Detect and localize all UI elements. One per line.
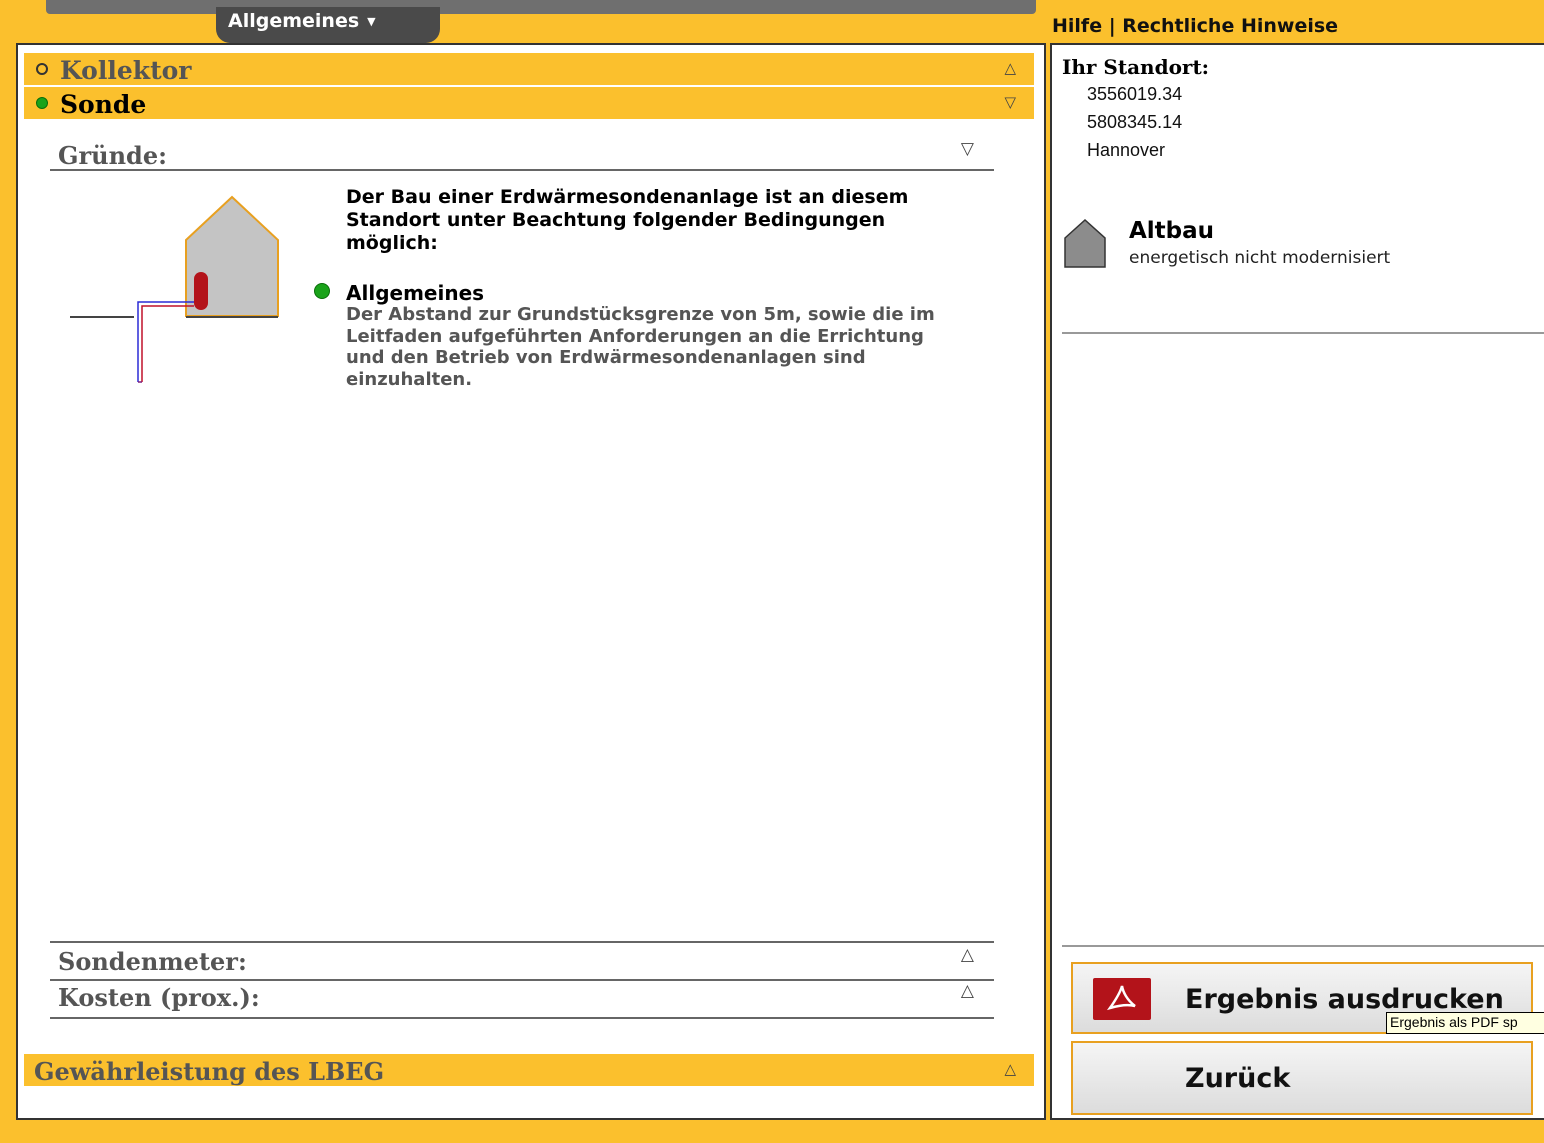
accordion-gewaehrleistung[interactable]: Gewährleistung des LBEG △ <box>24 1054 1034 1086</box>
status-ok-icon <box>36 97 48 109</box>
section-sondenmeter[interactable]: Sondenmeter: △ <box>50 941 994 981</box>
back-button[interactable]: Zurück <box>1071 1041 1533 1115</box>
tab-allgemeines[interactable]: Allgemeines ▼ <box>216 7 440 43</box>
divider <box>1062 945 1544 947</box>
status-ok-icon <box>314 283 330 299</box>
section-sondenmeter-label: Sondenmeter: <box>58 947 247 976</box>
section-kosten[interactable]: Kosten (prox.): △ <box>50 979 994 1019</box>
location-title: Ihr Standort: <box>1062 55 1210 79</box>
location-y: 5808345.14 <box>1087 112 1183 132</box>
triangle-up-icon[interactable]: △ <box>961 945 974 965</box>
condition-title: Allgemeines <box>346 281 485 305</box>
condition-text: Der Abstand zur Grundstücksgrenze von 5m… <box>346 304 935 390</box>
divider <box>1062 332 1544 334</box>
probe-illustration <box>70 195 279 383</box>
top-tab-bar <box>46 0 1036 14</box>
accordion-gewaehrleistung-label: Gewährleistung des LBEG <box>34 1057 385 1086</box>
pdf-icon <box>1093 978 1151 1020</box>
section-gruende-label: Gründe: <box>58 141 167 170</box>
heat-pump-icon <box>194 272 208 310</box>
section-gruende[interactable]: Gründe: ▽ <box>50 135 994 171</box>
section-kosten-label: Kosten (prox.): <box>58 983 260 1012</box>
triangle-up-icon[interactable]: △ <box>961 981 974 1001</box>
triangle-down-icon[interactable]: ▽ <box>1004 93 1016 111</box>
print-button-label: Ergebnis ausdrucken <box>1185 984 1504 1015</box>
accordion-kollektor-label: Kollektor <box>60 56 192 85</box>
triangle-up-icon[interactable]: △ <box>1004 59 1016 77</box>
building-title: Altbau <box>1129 218 1215 244</box>
triangle-down-icon[interactable]: ▽ <box>961 139 974 159</box>
back-button-label: Zurück <box>1185 1063 1291 1094</box>
accordion-kollektor[interactable]: Kollektor △ <box>24 53 1034 85</box>
building-subtitle: energetisch nicht modernisiert <box>1129 248 1391 268</box>
help-links[interactable]: Hilfe | Rechtliche Hinweise <box>1052 15 1338 37</box>
tab-label: Allgemeines <box>228 10 360 32</box>
print-tooltip: Ergebnis als PDF sp <box>1386 1012 1544 1034</box>
location-x: 3556019.34 <box>1087 84 1183 104</box>
reasons-intro: Der Bau einer Erdwärmesondenanlage ist a… <box>346 186 909 254</box>
chevron-down-icon: ▼ <box>367 15 376 28</box>
location-city: Hannover <box>1087 140 1166 160</box>
status-empty-icon <box>36 63 48 75</box>
accordion-sonde[interactable]: Sonde ▽ <box>24 87 1034 119</box>
house-icon <box>1064 218 1106 268</box>
accordion-sonde-label: Sonde <box>60 90 147 119</box>
info-panel <box>1050 43 1544 1120</box>
triangle-up-icon[interactable]: △ <box>1004 1060 1016 1078</box>
